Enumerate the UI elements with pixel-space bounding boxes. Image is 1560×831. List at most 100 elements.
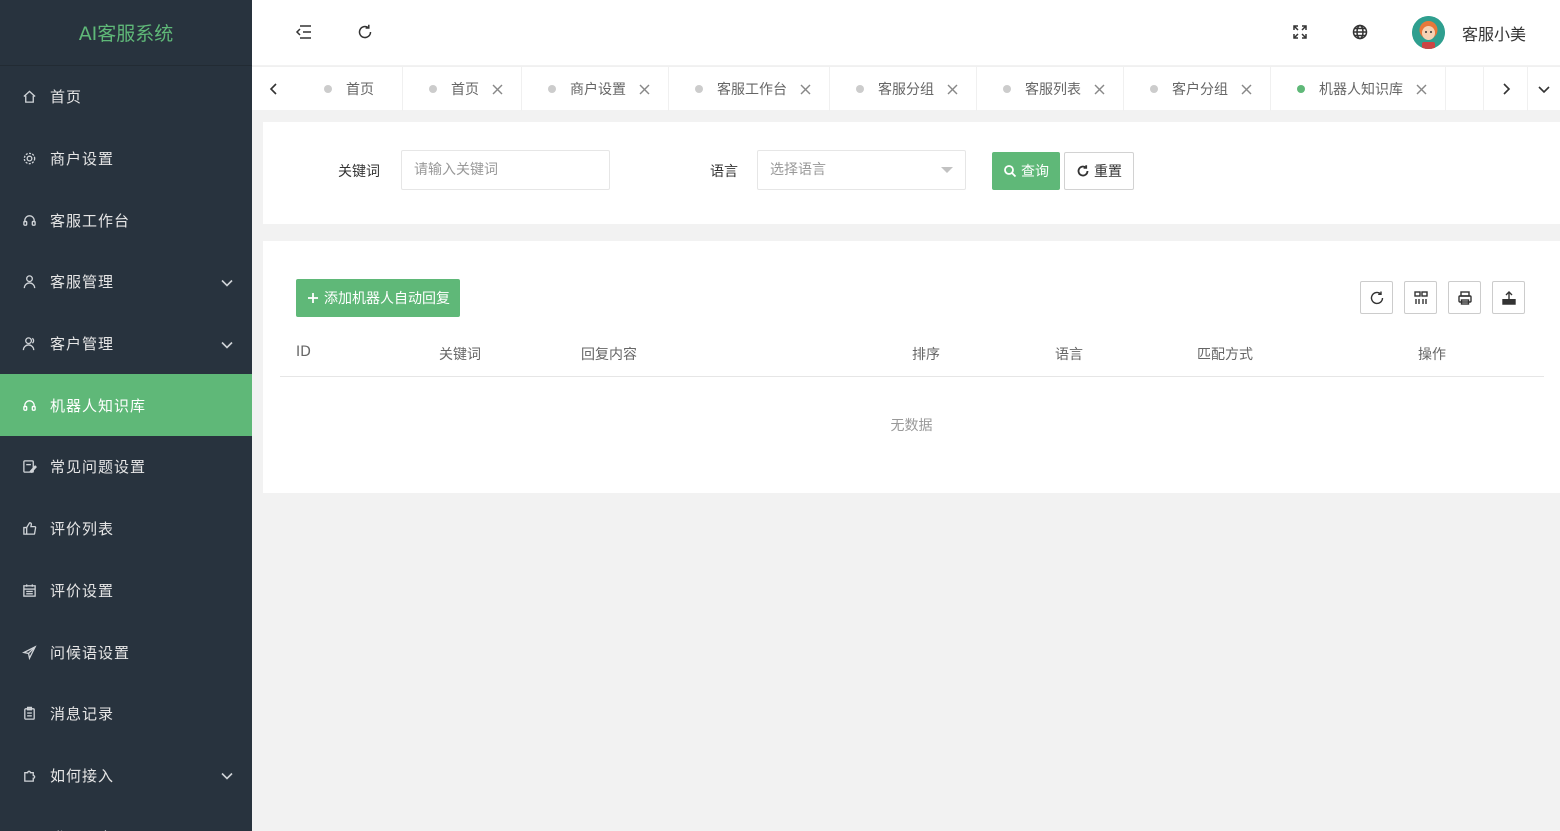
thumbs-up-icon — [21, 521, 37, 537]
clipboard-icon — [21, 706, 37, 722]
app-logo[interactable]: AI客服系统 — [0, 0, 252, 66]
tab-status-dot — [856, 85, 864, 93]
sidebar-item-label: 消息记录 — [50, 705, 115, 724]
tab[interactable]: 客服列表 — [977, 67, 1124, 111]
sidebar-item-label: 登录日志 — [50, 827, 114, 831]
table-column-header: 回复内容 — [581, 347, 637, 363]
close-icon[interactable] — [1093, 83, 1105, 95]
user-icon — [21, 274, 37, 290]
collapse-menu-icon[interactable] — [292, 20, 316, 44]
language-select[interactable]: 选择语言 — [757, 150, 966, 190]
sidebar-item[interactable]: 登录日志 — [0, 806, 252, 831]
calendar-icon — [21, 582, 37, 598]
table-refresh-button[interactable] — [1360, 281, 1393, 314]
close-icon[interactable] — [1240, 83, 1252, 95]
sidebar-item[interactable]: 首页 — [0, 66, 252, 128]
tab[interactable]: 客服工作台 — [669, 67, 830, 111]
sidebar-item-label: 首页 — [50, 88, 83, 107]
keyword-input[interactable]: 请输入关键词 — [401, 150, 610, 190]
headset-icon — [21, 397, 37, 413]
table-card: 添加机器人自动回复 ID 关键词 回复内容 排序 语言 匹配方式 操作 无数据 — [263, 241, 1560, 493]
home-icon — [21, 89, 37, 105]
sidebar-item[interactable]: 评价列表 — [0, 498, 252, 560]
sidebar-item[interactable]: 客服管理 — [0, 251, 252, 313]
export-icon — [1501, 290, 1516, 305]
tab-status-dot — [324, 85, 332, 93]
tab-bar: 首页 首页 商户设置 客服工作台 客服分组 客服列表 客户分组 机器人知识库 — [252, 66, 1560, 111]
table-column-header: 排序 — [912, 347, 940, 363]
sidebar: AI客服系统 首页 商户设置 客服工作台 客服管理 客户管理 机器人知识库 常见问题设置 评价… — [0, 0, 252, 831]
plus-icon — [308, 293, 318, 303]
sidebar-item[interactable]: 机器人知识库 — [0, 374, 252, 437]
close-icon[interactable] — [491, 83, 503, 95]
close-icon[interactable] — [799, 83, 811, 95]
tab[interactable]: 首页 — [298, 67, 403, 111]
users-icon — [21, 336, 37, 352]
sidebar-item[interactable]: 商户设置 — [0, 128, 252, 190]
query-button[interactable]: 查询 — [992, 152, 1060, 190]
close-icon[interactable] — [1415, 83, 1427, 95]
close-icon[interactable] — [638, 83, 650, 95]
tabs-list: 首页 首页 商户设置 客服工作台 客服分组 客服列表 客户分组 机器人知识库 — [298, 67, 1446, 111]
sidebar-item-label: 客服管理 — [50, 273, 115, 292]
tab[interactable]: 首页 — [403, 67, 522, 111]
keyword-label: 关键词 — [338, 164, 380, 180]
avatar[interactable] — [1412, 16, 1445, 49]
top-header: 客服小美 — [252, 0, 1560, 65]
tab-status-dot — [1150, 85, 1158, 93]
dropdown-caret-icon — [941, 167, 953, 173]
tab[interactable]: 客服分组 — [830, 67, 977, 111]
tabs-dropdown-icon[interactable] — [1527, 67, 1560, 111]
sidebar-item-label: 客服工作台 — [50, 211, 131, 230]
tab-label: 机器人知识库 — [1319, 82, 1403, 98]
fullscreen-icon[interactable] — [1288, 20, 1312, 44]
table-columns-button[interactable] — [1404, 281, 1437, 314]
gear-icon — [21, 151, 37, 167]
refresh-icon[interactable] — [353, 20, 377, 44]
sidebar-item-label: 常见问题设置 — [50, 458, 147, 477]
table-print-button[interactable] — [1448, 281, 1481, 314]
chevron-down-icon — [220, 276, 234, 290]
tab-status-dot — [695, 85, 703, 93]
sidebar-item[interactable]: 消息记录 — [0, 683, 252, 745]
refresh-icon — [1370, 291, 1383, 304]
chevron-down-icon — [220, 769, 234, 783]
language-label: 语言 — [710, 164, 738, 180]
language-placeholder: 选择语言 — [770, 162, 826, 178]
tab-label: 首页 — [346, 82, 374, 98]
sidebar-item-label: 机器人知识库 — [50, 396, 147, 415]
tab-label: 商户设置 — [570, 82, 626, 98]
tab[interactable]: 商户设置 — [522, 67, 669, 111]
send-icon — [21, 644, 37, 660]
sidebar-item-label: 如何接入 — [50, 766, 115, 785]
tabs-scroll-right-icon[interactable] — [1483, 67, 1527, 111]
reset-button[interactable]: 重置 — [1064, 152, 1134, 190]
user-name[interactable]: 客服小美 — [1462, 21, 1526, 45]
sidebar-item[interactable]: 如何接入 — [0, 745, 252, 807]
sidebar-item[interactable]: 常见问题设置 — [0, 436, 252, 498]
tab[interactable]: 机器人知识库 — [1271, 67, 1446, 111]
table-column-header: ID — [296, 344, 311, 360]
tab-label: 客服列表 — [1025, 82, 1081, 98]
sidebar-item[interactable]: 问候语设置 — [0, 621, 252, 683]
add-robot-reply-button[interactable]: 添加机器人自动回复 — [296, 279, 460, 317]
table-export-button[interactable] — [1492, 281, 1525, 314]
sidebar-item[interactable]: 评价设置 — [0, 560, 252, 622]
tab-label: 客户分组 — [1172, 82, 1228, 98]
tab-status-dot — [548, 85, 556, 93]
tab-status-dot — [429, 85, 437, 93]
add-robot-reply-label: 添加机器人自动回复 — [324, 291, 450, 307]
sidebar-item-label: 客户管理 — [50, 335, 115, 354]
tab-label: 首页 — [451, 82, 479, 98]
sidebar-nav: 首页商户设置客服工作台客服管理客户管理机器人知识库 常见问题设置 评价列表评价设置问… — [0, 66, 252, 831]
table-header-divider — [280, 376, 1544, 377]
sidebar-item-label: 评价列表 — [50, 520, 115, 539]
tabs-scroll-left-icon[interactable] — [252, 67, 296, 111]
tab-label: 客服工作台 — [717, 82, 787, 98]
close-icon[interactable] — [946, 83, 958, 95]
globe-icon[interactable] — [1348, 20, 1372, 44]
sidebar-item[interactable]: 客服工作台 — [0, 189, 252, 251]
sidebar-item[interactable]: 客户管理 — [0, 313, 252, 375]
tab[interactable]: 客户分组 — [1124, 67, 1271, 111]
printer-icon — [1457, 290, 1472, 305]
